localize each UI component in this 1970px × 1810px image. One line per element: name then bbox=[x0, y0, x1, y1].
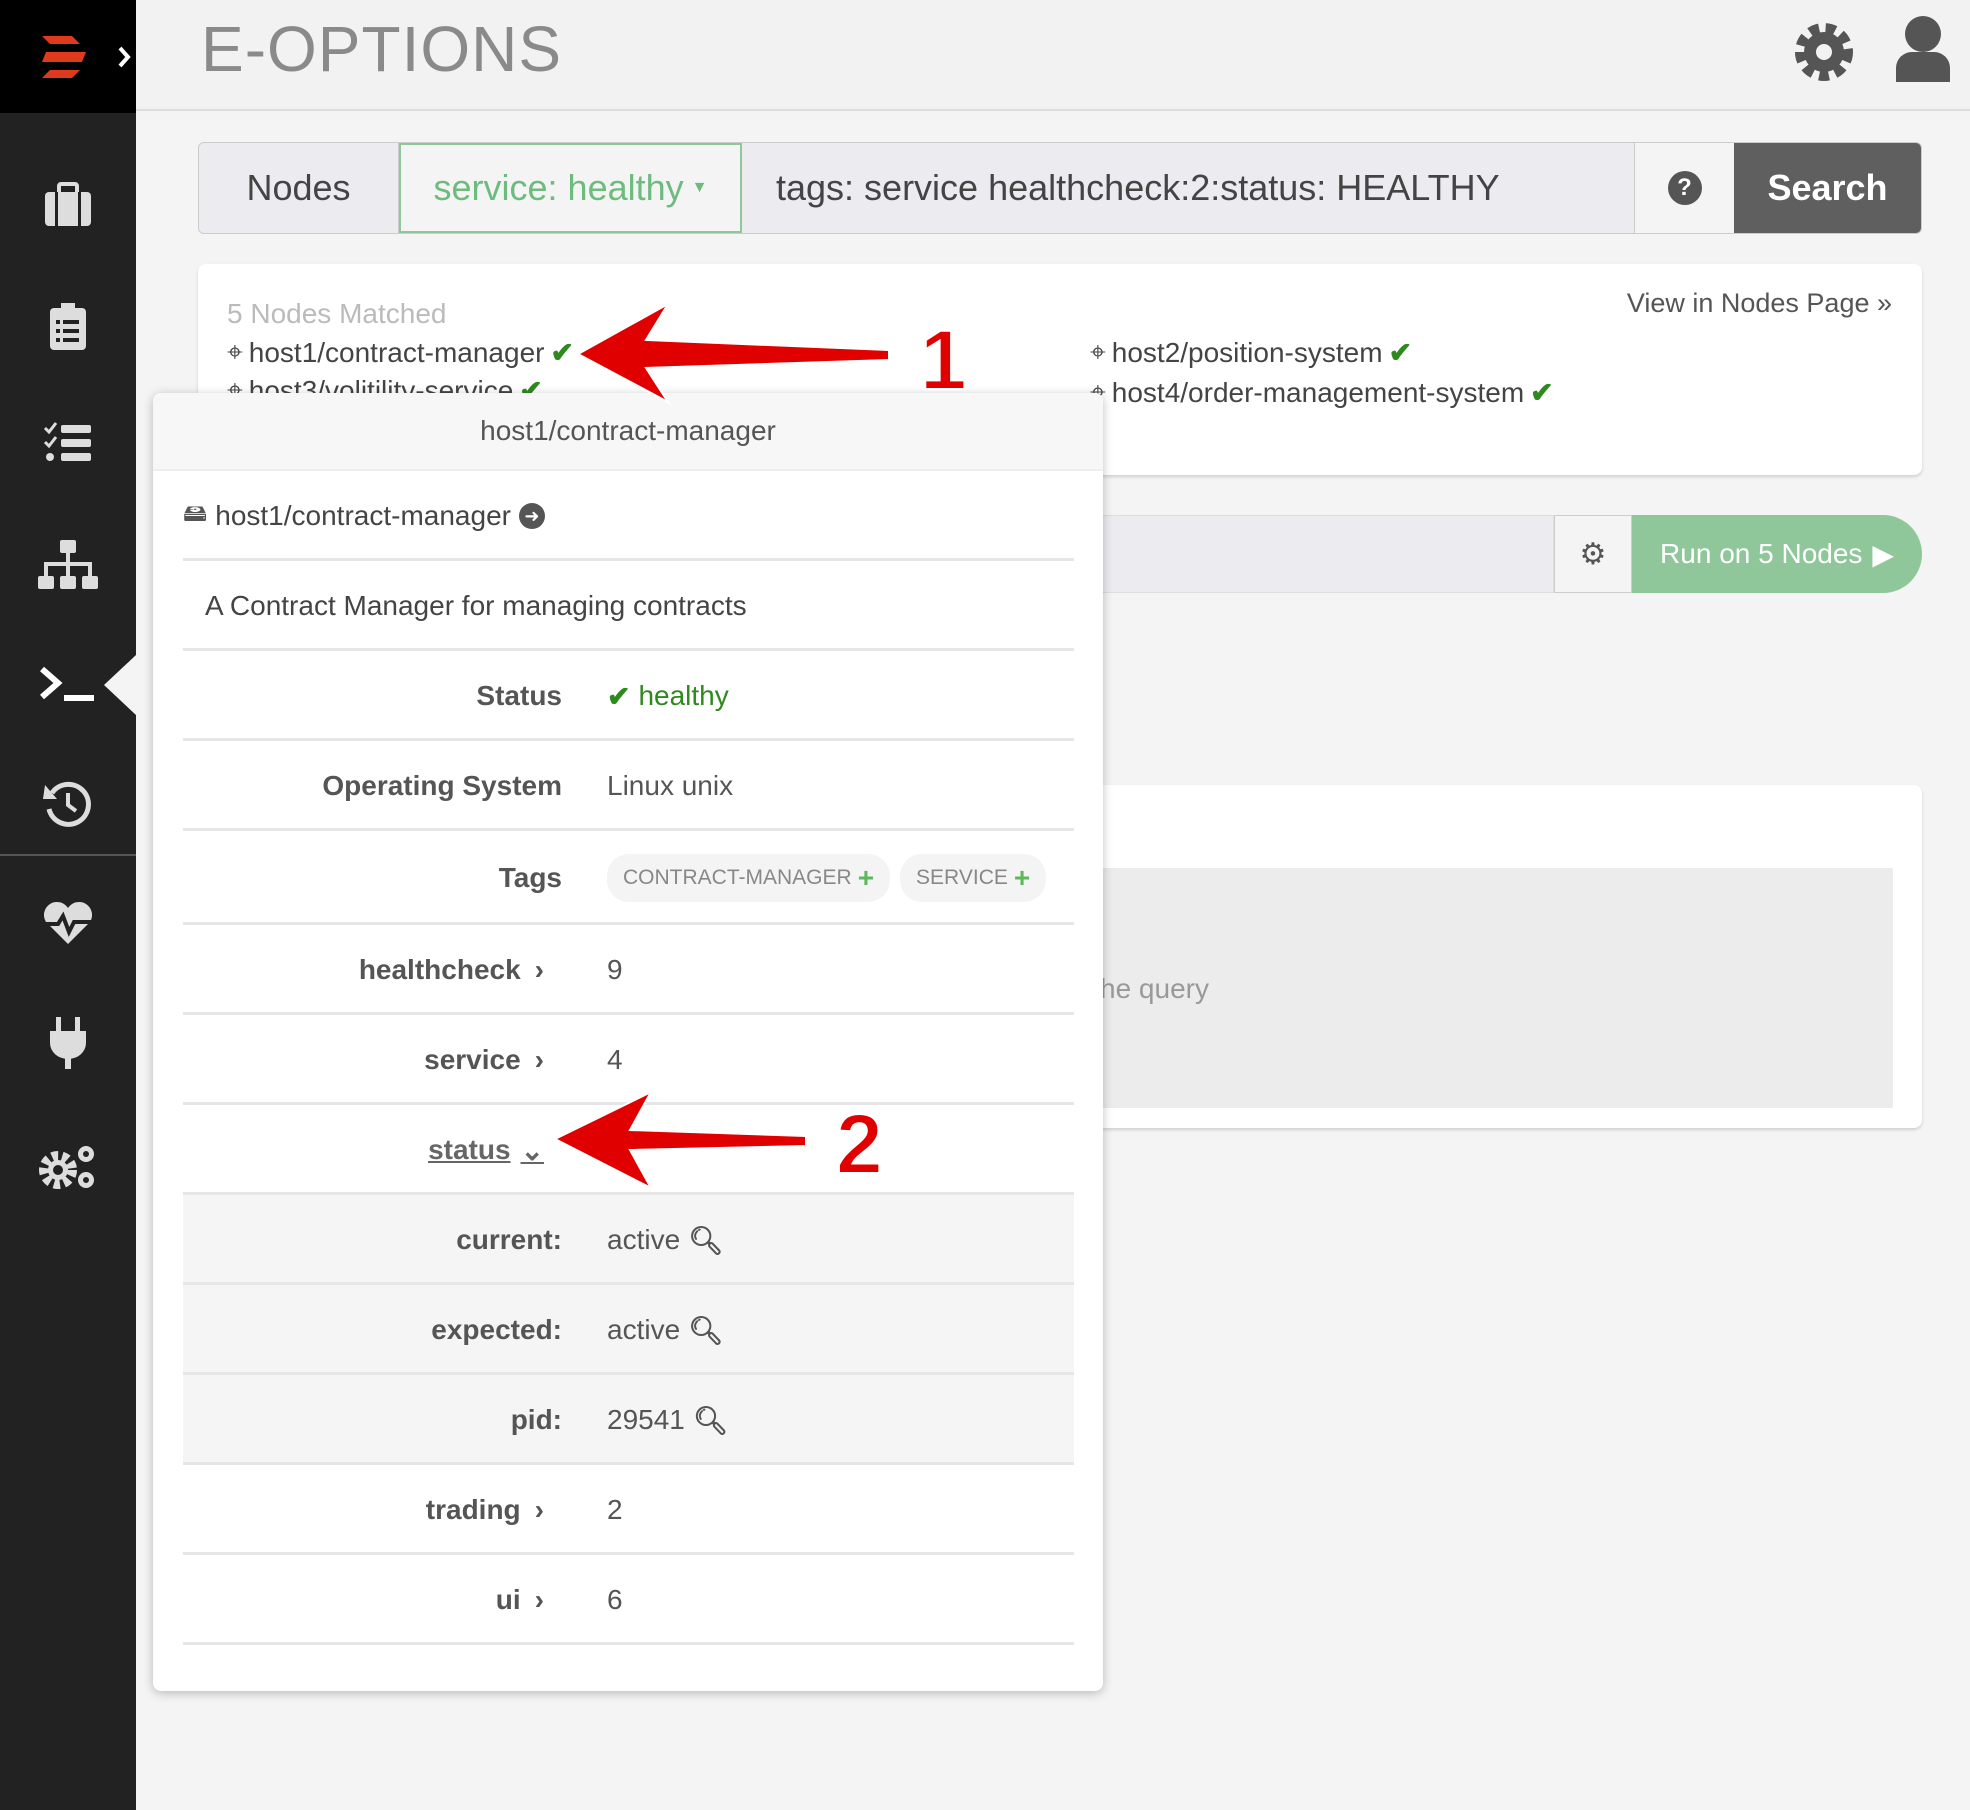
search-button[interactable]: Search bbox=[1734, 143, 1921, 233]
settings-gear-icon[interactable] bbox=[1792, 20, 1856, 89]
run-button[interactable]: Run on 5 Nodes ▶ bbox=[1632, 515, 1922, 593]
sitemap-icon[interactable] bbox=[0, 530, 136, 600]
filter-dropdown[interactable]: service: healthy ▼ bbox=[399, 143, 742, 233]
plus-icon[interactable]: + bbox=[858, 862, 874, 894]
tag[interactable]: SERVICE + bbox=[900, 854, 1047, 902]
help-button[interactable]: ? bbox=[1634, 143, 1734, 233]
status-row: Status ✔ healthy bbox=[183, 651, 1074, 741]
node-item[interactable]: ⌖ host2/position-system ✔ bbox=[1090, 336, 1412, 369]
check-icon: ✔ bbox=[1388, 337, 1413, 368]
heartbeat-icon[interactable] bbox=[0, 888, 136, 958]
output-hint: he query bbox=[1100, 973, 1209, 1004]
plug-icon[interactable] bbox=[0, 1008, 136, 1078]
nodes-matched-count: 5 Nodes Matched bbox=[227, 298, 447, 329]
tasks-icon[interactable] bbox=[0, 408, 136, 478]
group-healthcheck[interactable]: healthcheck › 9 bbox=[183, 925, 1074, 1015]
run-settings-gear-icon[interactable]: ⚙ bbox=[1554, 515, 1632, 593]
chevron-right-icon: › bbox=[534, 954, 544, 985]
view-in-nodes-link[interactable]: View in Nodes Page » bbox=[1627, 288, 1892, 319]
user-icon[interactable] bbox=[1894, 14, 1952, 89]
chevron-right-icon: › bbox=[534, 1584, 544, 1615]
chevron-right-icon: › bbox=[534, 1044, 544, 1075]
chevron-right-icon: › bbox=[534, 1494, 544, 1525]
app-title: E-OPTIONS bbox=[201, 13, 563, 85]
node-name-row: 🖴 host1/contract-manager ➜ bbox=[183, 471, 1074, 561]
node-item[interactable]: ⌖ host4/order-management-system ✔ bbox=[1090, 376, 1554, 409]
caret-down-icon: ▼ bbox=[691, 179, 708, 196]
node-name-link[interactable]: host1/contract-manager bbox=[215, 500, 511, 532]
tags-label: Tags bbox=[498, 862, 562, 893]
check-icon: ✔ bbox=[550, 337, 574, 368]
plus-icon[interactable]: + bbox=[1014, 862, 1030, 894]
tags-row: Tags CONTRACT-MANAGER + SERVICE + bbox=[183, 831, 1074, 925]
os-label: Operating System bbox=[322, 770, 562, 801]
tag[interactable]: CONTRACT-MANAGER + bbox=[607, 854, 891, 902]
search-icon[interactable]: 🔍︎ bbox=[688, 1314, 724, 1347]
group-ui[interactable]: ui › 6 bbox=[183, 1555, 1074, 1645]
search-input[interactable]: tags: service healthcheck:2:status: HEAL… bbox=[742, 143, 1634, 233]
description-row: A Contract Manager for managing contract… bbox=[183, 561, 1074, 651]
search-icon[interactable]: 🔍︎ bbox=[693, 1404, 729, 1437]
status-attr-row: current: active 🔍︎ bbox=[183, 1195, 1074, 1285]
history-icon[interactable] bbox=[0, 769, 136, 839]
status-attr-row: pid: 29541 🔍︎ bbox=[183, 1375, 1074, 1465]
check-icon: ✔ bbox=[1530, 377, 1554, 408]
status-label: Status bbox=[476, 680, 562, 711]
annotation-label-2: 2 bbox=[835, 1096, 884, 1192]
os-row: Operating System Linux unix bbox=[183, 741, 1074, 831]
status-attr-row: expected: active 🔍︎ bbox=[183, 1285, 1074, 1375]
sidebar bbox=[0, 0, 160, 1810]
filter-value: service: healthy bbox=[433, 167, 684, 208]
logo-icon bbox=[42, 0, 160, 113]
search-icon[interactable]: 🔍︎ bbox=[688, 1224, 724, 1257]
crosshairs-icon: ⌖ bbox=[1090, 336, 1106, 367]
node-popover: host1/contract-manager 🖴 host1/contract-m… bbox=[153, 393, 1103, 1691]
node-item[interactable]: ⌖ host1/contract-manager ✔ bbox=[227, 336, 574, 369]
group-service[interactable]: service › 4 bbox=[183, 1015, 1074, 1105]
node-description: A Contract Manager for managing contract… bbox=[205, 590, 747, 621]
search-mode-label[interactable]: Nodes bbox=[199, 143, 399, 233]
sidebar-divider bbox=[0, 854, 136, 856]
active-indicator bbox=[104, 655, 136, 715]
annotation-label-1: 1 bbox=[919, 312, 968, 408]
play-icon: ▶ bbox=[1872, 538, 1894, 570]
status-value: healthy bbox=[638, 680, 729, 711]
group-trading[interactable]: trading › 2 bbox=[183, 1465, 1074, 1555]
check-icon: ✔ bbox=[607, 680, 631, 712]
arrow-circle-right-icon[interactable]: ➜ bbox=[518, 503, 545, 529]
chevron-down-icon: ⌄ bbox=[520, 1134, 544, 1166]
clipboard-icon[interactable] bbox=[0, 292, 136, 362]
crosshairs-icon: ⌖ bbox=[227, 336, 243, 367]
logo[interactable] bbox=[0, 0, 160, 113]
question-icon: ? bbox=[1667, 171, 1702, 205]
search-bar: Nodes service: healthy ▼ tags: service he… bbox=[198, 142, 1922, 234]
os-value: Linux unix bbox=[607, 770, 734, 801]
cogs-icon[interactable] bbox=[0, 1131, 136, 1201]
group-status[interactable]: status ⌄ bbox=[183, 1105, 1074, 1195]
briefcase-icon[interactable] bbox=[0, 170, 136, 240]
server-icon: 🖴 bbox=[183, 499, 208, 527]
